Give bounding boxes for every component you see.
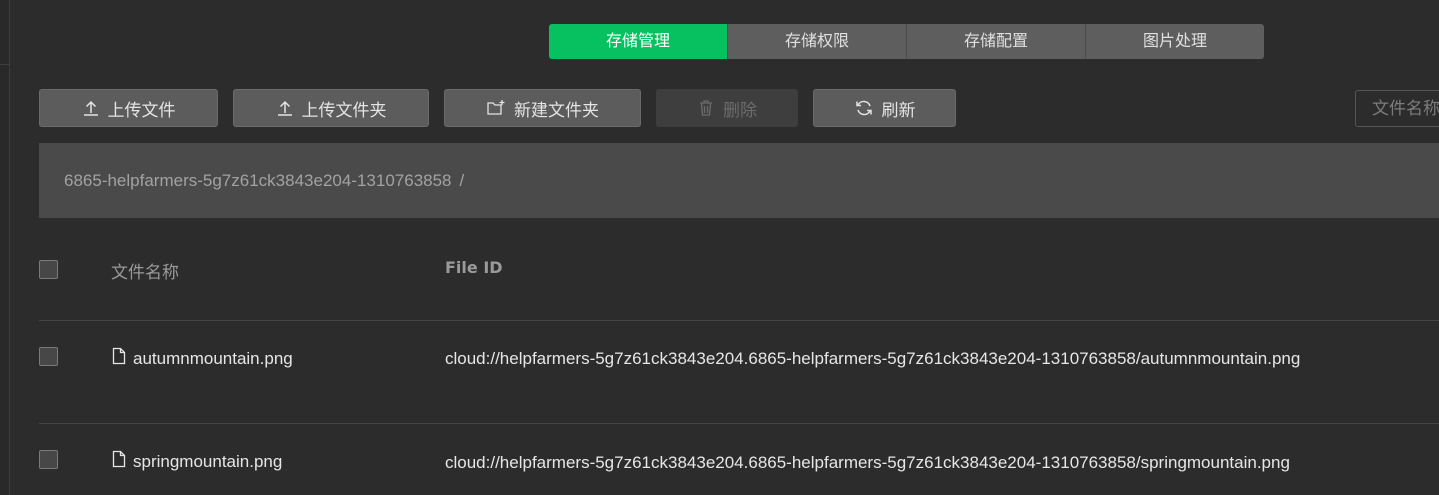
row-divider — [39, 423, 1439, 424]
new-folder-label: 新建文件夹 — [514, 100, 599, 120]
new-folder-button[interactable]: 新建文件夹 — [444, 89, 641, 127]
refresh-icon — [854, 98, 874, 118]
file-id: cloud://helpfarmers-5g7z61ck3843e204.686… — [445, 453, 1290, 472]
tab-storage-management[interactable]: 存储管理 — [549, 24, 727, 59]
search-input[interactable] — [1355, 90, 1439, 127]
row-divider — [39, 320, 1439, 321]
upload-icon — [82, 99, 100, 117]
tab-image-processing[interactable]: 图片处理 — [1085, 24, 1264, 59]
tab-bar: 存储管理 存储权限 存储配置 图片处理 — [549, 24, 1264, 59]
upload-file-button[interactable]: 上传文件 — [39, 89, 218, 127]
refresh-label: 刷新 — [881, 100, 916, 120]
refresh-button[interactable]: 刷新 — [813, 89, 956, 127]
new-folder-icon — [486, 99, 506, 117]
table-row-name[interactable]: springmountain.png — [111, 450, 282, 473]
file-icon — [111, 347, 127, 370]
delete-label: 删除 — [723, 100, 757, 120]
row-checkbox[interactable] — [39, 450, 58, 469]
upload-icon — [276, 99, 294, 117]
tab-storage-config[interactable]: 存储配置 — [906, 24, 1085, 59]
breadcrumb: 6865-helpfarmers-5g7z61ck3843e204-131076… — [39, 143, 1439, 218]
left-panel-edge — [0, 0, 10, 495]
delete-button[interactable]: 删除 — [656, 89, 798, 127]
table-row-name[interactable]: autumnmountain.png — [111, 347, 293, 370]
left-panel-divider — [0, 64, 9, 65]
file-icon — [111, 450, 127, 473]
row-checkbox[interactable] — [39, 347, 58, 366]
upload-folder-label: 上传文件夹 — [301, 100, 387, 120]
breadcrumb-separator: / — [459, 170, 465, 190]
column-header-name: 文件名称 — [111, 263, 179, 282]
file-id: cloud://helpfarmers-5g7z61ck3843e204.686… — [445, 349, 1301, 368]
upload-folder-button[interactable]: 上传文件夹 — [233, 89, 429, 127]
upload-file-label: 上传文件 — [107, 100, 176, 120]
column-header-file-id: File ID — [445, 258, 503, 277]
tab-storage-permissions[interactable]: 存储权限 — [727, 24, 906, 59]
file-name: autumnmountain.png — [133, 348, 293, 368]
file-name: springmountain.png — [133, 451, 283, 471]
select-all-checkbox[interactable] — [39, 260, 58, 279]
trash-icon — [697, 99, 715, 117]
breadcrumb-path[interactable]: 6865-helpfarmers-5g7z61ck3843e204-131076… — [64, 171, 452, 191]
